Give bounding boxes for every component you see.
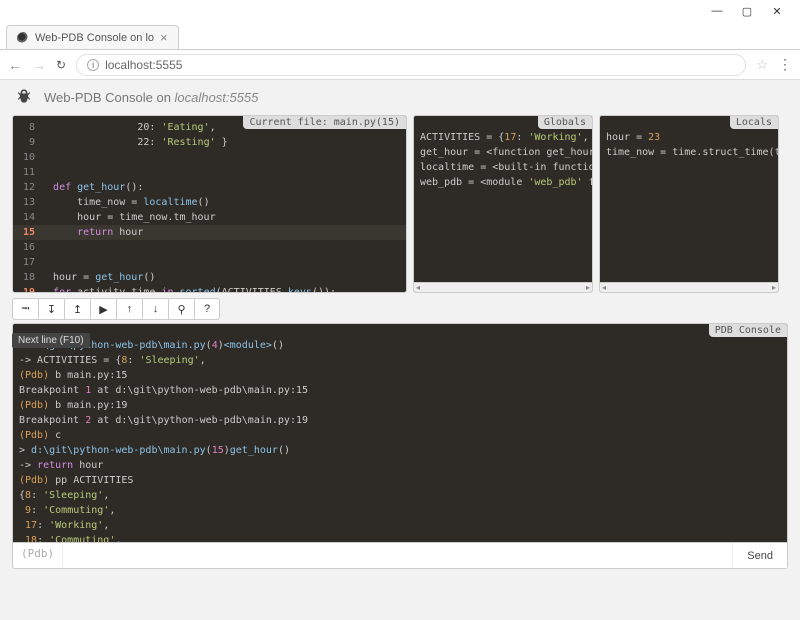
step-out-button[interactable]: ↥ bbox=[64, 298, 90, 320]
help-button[interactable]: ? bbox=[194, 298, 220, 320]
console-input[interactable] bbox=[63, 543, 732, 568]
site-info-icon[interactable]: i bbox=[87, 59, 99, 71]
favicon-icon bbox=[17, 32, 29, 44]
url-input[interactable]: i localhost:5555 bbox=[76, 54, 746, 76]
step-into-button[interactable]: ↧ bbox=[38, 298, 64, 320]
browser-tab-bar: Web-PDB Console on lo × bbox=[0, 22, 800, 50]
locals-tag: Locals bbox=[730, 116, 778, 129]
tab-title: Web-PDB Console on lo bbox=[35, 32, 154, 44]
reload-button[interactable]: ↻ bbox=[56, 58, 66, 72]
globals-panel: Globals ACTIVITIES = {17: 'Working', 18:… bbox=[413, 115, 593, 293]
back-button[interactable]: ← bbox=[8, 57, 22, 73]
maximize-button[interactable]: ▢ bbox=[732, 5, 762, 18]
minimize-button[interactable]: — bbox=[702, 5, 732, 17]
url-text: localhost:5555 bbox=[105, 58, 182, 72]
browser-tab[interactable]: Web-PDB Console on lo × bbox=[6, 25, 179, 49]
continue-button[interactable]: ▶ bbox=[90, 298, 116, 320]
close-button[interactable]: ✕ bbox=[762, 5, 792, 18]
code-panel-tag: Current file: main.py(15) bbox=[243, 116, 406, 129]
send-button[interactable]: Send bbox=[732, 543, 787, 568]
tab-close-icon[interactable]: × bbox=[160, 30, 168, 45]
page-header: Web-PDB Console on localhost:5555 bbox=[0, 80, 800, 115]
locals-scroll[interactable]: ◂▸ bbox=[600, 282, 778, 292]
next-line-button[interactable]: ⭲ bbox=[12, 298, 38, 320]
page-body: Web-PDB Console on localhost:5555 Curren… bbox=[0, 80, 800, 620]
address-bar: ← → ↻ i localhost:5555 ☆ ⋮ bbox=[0, 50, 800, 80]
console-output[interactable]: > d:\git\python-web-pdb\main.py(4)<modul… bbox=[13, 324, 787, 543]
console-input-row: (Pdb) Send bbox=[12, 543, 788, 569]
code-panel: Current file: main.py(15) 8 20: 'Eating'… bbox=[12, 115, 407, 293]
window-controls: — ▢ ✕ bbox=[0, 0, 800, 22]
globals-tag: Globals bbox=[538, 116, 592, 129]
forward-button[interactable]: → bbox=[32, 57, 46, 73]
globals-scroll[interactable]: ◂▸ bbox=[414, 282, 592, 292]
up-frame-button[interactable]: ↑ bbox=[116, 298, 142, 320]
bug-icon bbox=[14, 86, 34, 109]
down-frame-button[interactable]: ↓ bbox=[142, 298, 168, 320]
page-title: Web-PDB Console on localhost:5555 bbox=[44, 90, 258, 105]
input-prompt: (Pdb) bbox=[13, 543, 63, 568]
source-code[interactable]: 8 20: 'Eating', 9 22: 'Resting' } 10 11 … bbox=[13, 116, 406, 293]
locals-panel: Locals hour = 23 time_now = time.struct_… bbox=[599, 115, 779, 293]
next-tooltip: Next line (F10) bbox=[12, 333, 90, 348]
console-tag: PDB Console bbox=[709, 324, 787, 337]
console-panel: PDB Console > d:\git\python-web-pdb\main… bbox=[12, 323, 788, 543]
bookmark-icon[interactable]: ☆ bbox=[756, 57, 768, 73]
debug-toolbar: ⭲↧↥▶↑↓⚲? bbox=[0, 293, 800, 323]
where-button[interactable]: ⚲ bbox=[168, 298, 194, 320]
menu-icon[interactable]: ⋮ bbox=[778, 56, 792, 73]
